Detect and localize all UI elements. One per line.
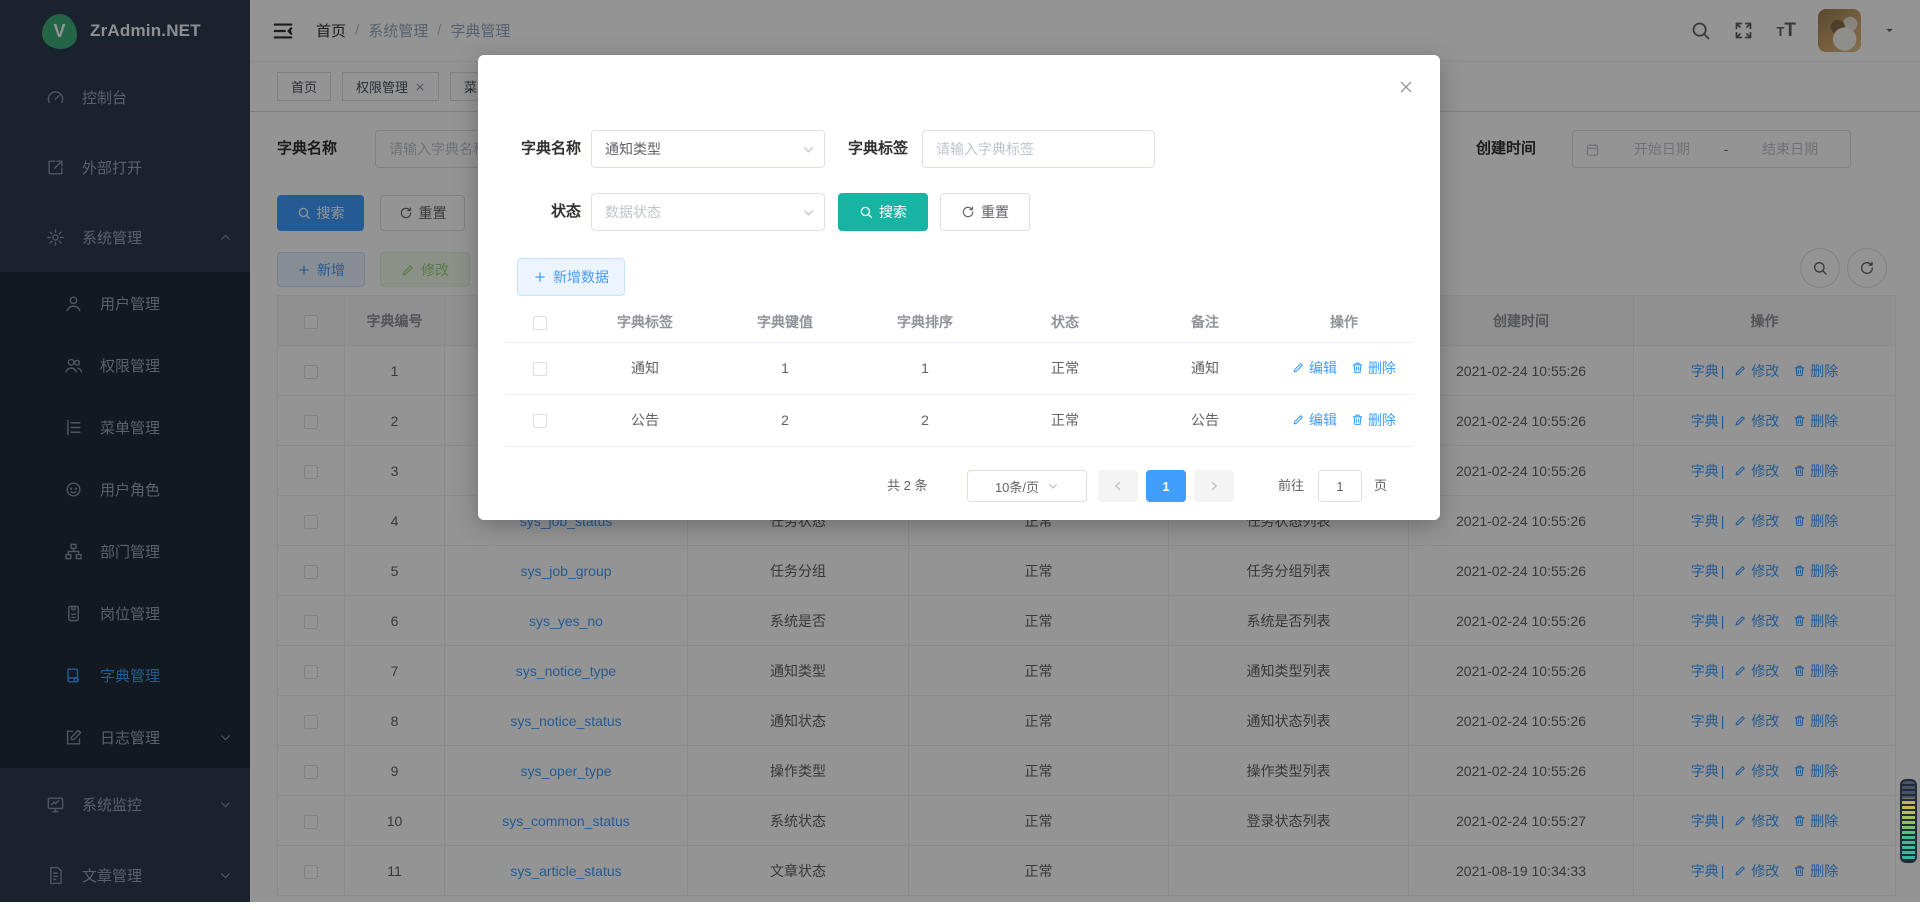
select-all-checkbox[interactable] xyxy=(533,316,547,330)
chevron-right-icon xyxy=(1208,480,1220,492)
modal-dict-name-select[interactable]: 通知类型 xyxy=(591,130,825,168)
table-row: 通知 1 1 正常 通知 编辑 删除 xyxy=(505,342,1413,394)
chevron-left-icon xyxy=(1112,480,1124,492)
prev-page-button[interactable] xyxy=(1098,470,1138,502)
chevron-down-icon xyxy=(1047,480,1059,492)
row-delete-link[interactable]: 删除 xyxy=(1351,412,1396,428)
modal-search-button[interactable]: 搜索 xyxy=(838,193,928,231)
table-row: 公告 2 2 正常 公告 编辑 删除 xyxy=(505,394,1413,446)
table-header-row: 字典标签 字典键值 字典排序 状态 备注 操作 xyxy=(505,302,1413,342)
cell-dict-value: 1 xyxy=(715,342,855,394)
search-icon xyxy=(859,205,873,219)
row-checkbox[interactable] xyxy=(533,362,547,376)
page-size-value: 10条/页 xyxy=(995,477,1039,496)
modal-add-data-button[interactable]: 新增数据 xyxy=(517,258,625,296)
col-dict-sort: 字典排序 xyxy=(855,302,995,342)
page-scrollbar-widget[interactable] xyxy=(1900,779,1917,863)
page-number-1[interactable]: 1 xyxy=(1146,470,1186,502)
cell-ops: 编辑 删除 xyxy=(1275,342,1413,394)
row-delete-link[interactable]: 删除 xyxy=(1351,360,1396,376)
modal-dict-label-input[interactable] xyxy=(922,130,1155,168)
pencil-icon xyxy=(1292,361,1305,374)
cell-status: 正常 xyxy=(995,342,1135,394)
col-dict-value: 字典键值 xyxy=(715,302,855,342)
refresh-icon xyxy=(961,205,975,219)
modal-reset-button[interactable]: 重置 xyxy=(940,193,1030,231)
trash-icon xyxy=(1351,361,1364,374)
goto-page-input[interactable] xyxy=(1318,470,1362,502)
modal-status-label: 状态 xyxy=(505,193,581,231)
modal-add-data-label: 新增数据 xyxy=(553,267,609,287)
modal-dict-label-label: 字典标签 xyxy=(832,130,908,168)
dict-data-dialog: 字典名称 通知类型 字典标签 状态 数据状态 搜索 重置 新增数据 字典标签 字… xyxy=(478,55,1440,520)
modal-dict-name-label: 字典名称 xyxy=(505,130,581,168)
plus-icon xyxy=(533,270,547,284)
cell-ops: 编辑 删除 xyxy=(1275,394,1413,446)
trash-icon xyxy=(1351,413,1364,426)
cell-dict-sort: 2 xyxy=(855,394,995,446)
cell-dict-label: 公告 xyxy=(575,394,715,446)
chevron-down-icon xyxy=(802,143,815,156)
pencil-icon xyxy=(1292,413,1305,426)
row-checkbox[interactable] xyxy=(533,414,547,428)
dict-data-table: 字典标签 字典键值 字典排序 状态 备注 操作 通知 1 1 正常 通知 编辑 … xyxy=(505,302,1413,447)
col-ops: 操作 xyxy=(1275,302,1413,342)
cell-dict-sort: 1 xyxy=(855,342,995,394)
pagination-total: 共 2 条 xyxy=(887,470,927,502)
select-value: 通知类型 xyxy=(605,139,661,159)
cell-status: 正常 xyxy=(995,394,1135,446)
chevron-down-icon xyxy=(802,206,815,219)
col-status: 状态 xyxy=(995,302,1135,342)
row-edit-link[interactable]: 编辑 xyxy=(1292,412,1337,428)
modal-reset-label: 重置 xyxy=(981,202,1009,222)
page-size-select[interactable]: 10条/页 xyxy=(967,470,1087,502)
col-dict-label: 字典标签 xyxy=(575,302,715,342)
goto-page-suffix: 页 xyxy=(1374,470,1387,502)
close-icon[interactable] xyxy=(1398,79,1414,95)
next-page-button[interactable] xyxy=(1194,470,1234,502)
select-placeholder: 数据状态 xyxy=(605,202,661,222)
modal-search-label: 搜索 xyxy=(879,202,907,222)
cell-remark: 公告 xyxy=(1135,394,1275,446)
modal-status-select[interactable]: 数据状态 xyxy=(591,193,825,231)
cell-remark: 通知 xyxy=(1135,342,1275,394)
goto-page-label: 前往 xyxy=(1278,470,1304,502)
col-remark: 备注 xyxy=(1135,302,1275,342)
cell-dict-value: 2 xyxy=(715,394,855,446)
row-edit-link[interactable]: 编辑 xyxy=(1292,360,1337,376)
cell-dict-label: 通知 xyxy=(575,342,715,394)
